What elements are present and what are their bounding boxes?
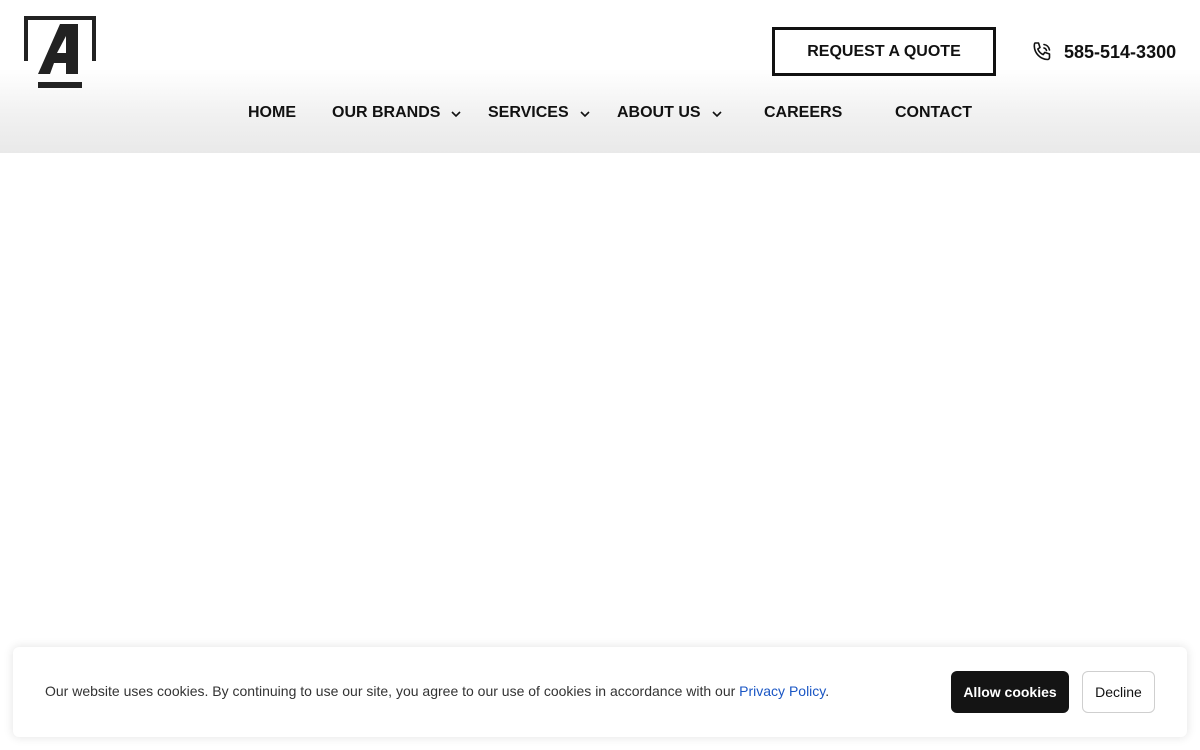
phone-number: 585-514-3300 [1064, 41, 1177, 62]
cookie-message-text: Our website uses cookies. By continuing … [45, 683, 740, 699]
chevron-down-icon [711, 107, 723, 119]
phone-link[interactable]: 585-514-3300 [1030, 38, 1176, 66]
decline-cookies-button[interactable]: Decline [1082, 671, 1155, 713]
cookie-banner: Our website uses cookies. By continuing … [13, 647, 1187, 737]
main-nav: HOME OUR BRANDS SERVICES ABOUT US CAREER… [0, 100, 1200, 126]
site-header: REQUEST A QUOTE 585-514-3300 HOME OUR BR… [0, 0, 1200, 153]
nav-item-contact[interactable]: CONTACT [895, 100, 972, 126]
nav-item-label: CAREERS [764, 104, 843, 121]
logo[interactable] [24, 16, 96, 88]
request-quote-button[interactable]: REQUEST A QUOTE [772, 27, 996, 76]
chevron-down-icon [450, 107, 462, 119]
nav-item-about-us[interactable]: ABOUT US [617, 100, 723, 126]
chevron-down-icon [579, 107, 591, 119]
request-quote-label: REQUEST A QUOTE [807, 42, 961, 60]
nav-item-careers[interactable]: CAREERS [764, 100, 842, 126]
nav-item-label: CONTACT [895, 104, 973, 121]
page: REQUEST A QUOTE 585-514-3300 HOME OUR BR… [0, 0, 1200, 750]
nav-item-home[interactable]: HOME [248, 100, 296, 126]
allow-cookies-button[interactable]: Allow cookies [951, 671, 1069, 713]
cookie-message-period: . [825, 683, 830, 699]
nav-item-label: OUR BRANDS [332, 104, 441, 121]
privacy-policy-link[interactable]: Privacy Policy [739, 683, 825, 699]
nav-item-services[interactable]: SERVICES [488, 100, 591, 126]
nav-item-label: HOME [248, 104, 296, 121]
cookie-message: Our website uses cookies. By continuing … [45, 683, 829, 699]
nav-item-label: ABOUT US [617, 104, 701, 121]
phone-icon [1030, 40, 1054, 64]
letter-a-frame-logo-icon [24, 16, 96, 88]
allow-cookies-label: Allow cookies [963, 684, 1057, 700]
nav-item-our-brands[interactable]: OUR BRANDS [332, 100, 462, 126]
nav-item-label: SERVICES [488, 104, 569, 121]
decline-cookies-label: Decline [1095, 684, 1142, 700]
